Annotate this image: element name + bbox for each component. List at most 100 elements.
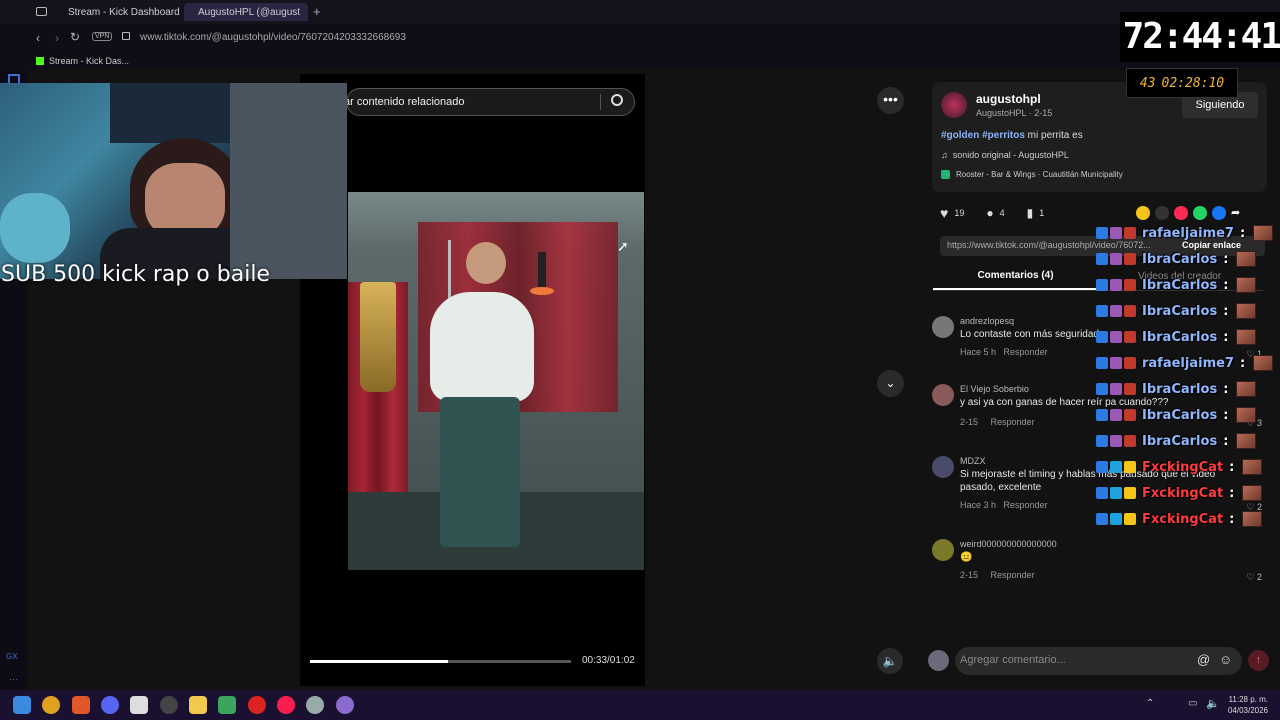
bookmark-item[interactable]: Stream - Kick Das... — [36, 56, 129, 66]
more-sidebar-icon[interactable]: … — [9, 672, 18, 682]
game-icon[interactable] — [218, 696, 236, 714]
chevron-down-icon[interactable]: ⌄ — [877, 370, 904, 397]
chat-message: IbraCarlos: — [1096, 326, 1257, 348]
cam-wall — [230, 83, 347, 279]
chat-badge-icon — [1124, 487, 1136, 499]
windows-icon[interactable] — [13, 696, 31, 714]
post-username[interactable]: augustohpl — [976, 92, 1041, 106]
volume-tray-icon[interactable]: 🔈 — [1206, 697, 1220, 710]
more-options-button[interactable]: ••• — [877, 87, 904, 114]
chat-badge-icon — [1096, 331, 1108, 343]
avatar[interactable] — [932, 539, 954, 561]
caption-tags[interactable]: #golden #perritos — [941, 130, 1025, 141]
back-icon[interactable]: ‹ — [36, 31, 40, 45]
whatsapp-icon[interactable] — [1193, 206, 1207, 220]
volume-icon[interactable]: 🔈 — [877, 648, 903, 674]
tab-kick-dashboard[interactable]: Stream - Kick Dashboard — [54, 3, 180, 21]
new-tab-button[interactable]: + — [313, 4, 321, 19]
heart-icon[interactable]: ♥ — [940, 205, 948, 221]
chat-badge-icon — [1124, 227, 1136, 239]
reply-button[interactable]: Responder — [1004, 347, 1048, 357]
search-icon[interactable] — [611, 94, 623, 106]
location-label: Rooster - Bar & Wings · Cuautitlán Munic… — [956, 170, 1123, 179]
related-search-input[interactable]: ar contenido relacionado — [344, 88, 635, 116]
tray-chevron-icon[interactable]: ⌃ — [1146, 698, 1154, 709]
chat-badge-icon — [1096, 435, 1108, 447]
reply-button[interactable]: Responder — [1004, 500, 1048, 510]
reply-button[interactable]: Responder — [991, 570, 1035, 580]
chat-emote-icon — [1236, 433, 1257, 449]
lamp — [538, 252, 546, 292]
brave-icon[interactable] — [72, 696, 90, 714]
reply-button[interactable]: Responder — [991, 417, 1035, 427]
tab-tiktok[interactable]: AugustoHPL (@august — [184, 3, 308, 21]
gx-icon[interactable]: GX — [6, 652, 18, 661]
video-time: 00:33/01:02 — [582, 655, 635, 666]
comment-user[interactable]: MDZX — [960, 456, 986, 466]
comment-like[interactable]: ♡ 2 — [1246, 572, 1262, 583]
podcast-icon[interactable] — [336, 696, 354, 714]
chat-badge-icon — [1096, 279, 1108, 291]
chat-emote-icon — [1242, 459, 1263, 475]
avatar[interactable] — [932, 456, 954, 478]
post-caption: #golden #perritos mi perrita es — [941, 130, 1083, 141]
workspace-icon[interactable] — [36, 7, 47, 16]
avatar[interactable] — [932, 316, 954, 338]
video-progress-bar[interactable] — [310, 660, 571, 663]
chat-username: IbraCarlos — [1142, 433, 1218, 449]
app-red-icon[interactable] — [248, 696, 266, 714]
lock-icon — [122, 32, 130, 40]
tab-label: Stream - Kick Dashboard — [68, 6, 180, 18]
chat-badge-icon — [1124, 331, 1136, 343]
forward-icon[interactable]: › — [55, 31, 59, 45]
share-icon[interactable]: ➦ — [1231, 206, 1240, 220]
comment-user[interactable]: El Viejo Soberbio — [960, 384, 1029, 394]
comment-user[interactable]: weird000000000000000 — [960, 539, 1057, 549]
folder-icon[interactable] — [189, 696, 207, 714]
reload-icon[interactable]: ↻ — [70, 30, 80, 44]
post-info-panel: augustohpl AugustoHPL · 2-15 Siguiendo #… — [932, 82, 1267, 192]
comment-user[interactable]: andrezlopesq — [960, 316, 1014, 326]
chat-separator: : — [1223, 407, 1229, 423]
chat-badge-icon — [1110, 487, 1122, 499]
embed-icon[interactable] — [1155, 206, 1169, 220]
address-bar: ‹ › ↻ VPN www.tiktok.com/@augustohpl/vid… — [0, 24, 1280, 52]
bookmark-icon[interactable]: ▮ — [1027, 206, 1034, 220]
opera-gx-icon[interactable] — [277, 696, 295, 714]
mention-icon[interactable]: @ — [1197, 652, 1210, 667]
chat-separator: : — [1223, 277, 1229, 293]
store-icon[interactable] — [130, 696, 148, 714]
comment-icon[interactable]: ● — [986, 206, 993, 220]
chat-badge-icon — [1110, 305, 1122, 317]
app-icon[interactable] — [42, 696, 60, 714]
location-row[interactable]: Rooster - Bar & Wings · Cuautitlán Munic… — [941, 170, 1123, 179]
taskbar-clock[interactable]: 11:28 p. m. 04/03/2026 — [1226, 694, 1268, 716]
settings-icon[interactable] — [306, 696, 324, 714]
comment-input[interactable]: Agregar comentario... @ ☺ — [955, 647, 1242, 675]
post-handle-date: AugustoHPL · 2-15 — [976, 108, 1053, 118]
chat-badge-icon — [1124, 409, 1136, 421]
repost-icon[interactable] — [1174, 206, 1188, 220]
tab-bar: Stream - Kick Dashboard AugustoHPL (@aug… — [0, 0, 1280, 24]
sound-row[interactable]: ♫ sonido original - AugustoHPL — [941, 150, 1069, 160]
send-button[interactable]: ↑ — [1248, 650, 1269, 671]
tab-comments[interactable]: Comentarios (4) — [933, 270, 1098, 281]
cursor-icon: ➚ — [617, 238, 629, 254]
vpn-badge[interactable]: VPN — [92, 32, 113, 41]
avatar[interactable] — [932, 384, 954, 406]
network-icon[interactable]: ▭ — [1188, 698, 1197, 709]
facebook-icon[interactable] — [1212, 206, 1226, 220]
url-field[interactable]: www.tiktok.com/@augustohpl/video/7607204… — [140, 32, 406, 43]
stats-row: ♥ 19 ● 4 ▮ 1 — [940, 205, 1044, 221]
like-count: 2 — [1256, 572, 1262, 582]
kick-icon — [36, 57, 44, 65]
obs-icon[interactable] — [160, 696, 178, 714]
coin-icon[interactable] — [1136, 206, 1150, 220]
chat-message: IbraCarlos: — [1096, 274, 1257, 296]
avatar[interactable] — [941, 92, 967, 118]
emoji-icon[interactable]: ☺ — [1219, 652, 1232, 667]
chat-username: IbraCarlos — [1142, 277, 1218, 293]
chat-username: FxckingCat — [1142, 485, 1224, 501]
sound-label: sonido original - AugustoHPL — [952, 150, 1069, 160]
discord-icon[interactable] — [101, 696, 119, 714]
